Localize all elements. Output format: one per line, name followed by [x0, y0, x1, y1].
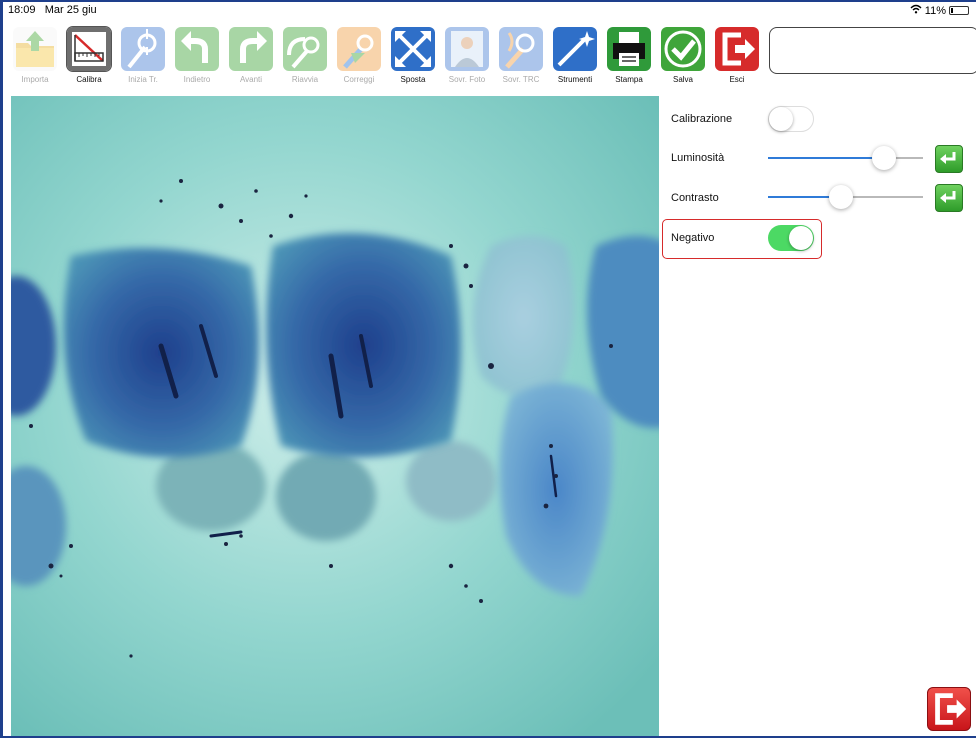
overlay-trace-button[interactable]: Sovr. TRC — [496, 27, 546, 84]
brightness-slider[interactable] — [768, 146, 923, 170]
brightness-slider-thumb[interactable] — [872, 146, 896, 170]
move-button[interactable]: Sposta — [388, 27, 438, 84]
return-arrow-icon — [940, 191, 956, 203]
printer-icon — [607, 27, 651, 71]
undo-button[interactable]: Indietro — [172, 27, 222, 84]
overlay-photo-button[interactable]: Sovr. Foto — [442, 27, 492, 84]
calibration-toggle[interactable] — [768, 106, 814, 132]
brightness-label: Luminosità — [671, 152, 725, 164]
import-button[interactable]: Importa — [10, 27, 60, 84]
restart-button[interactable]: Riavvia — [280, 27, 330, 84]
adjustments-panel: Calibrazione Luminosità Contrasto Negati… — [660, 96, 976, 736]
bottom-exit-button[interactable] — [927, 687, 971, 731]
contrast-slider-thumb[interactable] — [829, 185, 853, 209]
battery-icon — [949, 6, 969, 15]
contrast-label: Contrasto — [671, 192, 719, 204]
folder-import-icon — [13, 27, 57, 71]
return-arrow-icon — [940, 152, 956, 164]
status-date: Mar 25 giu — [44, 4, 97, 16]
xray-image-canvas[interactable] — [11, 96, 659, 736]
status-time: 18:09 — [8, 4, 36, 16]
contrast-reset-button[interactable] — [935, 184, 963, 212]
undo-arrow-icon — [175, 27, 219, 71]
overlay-trace-icon — [499, 27, 543, 71]
restart-trace-icon — [283, 27, 327, 71]
exit-button[interactable]: Esci — [712, 27, 762, 84]
info-text-field[interactable] — [769, 27, 976, 74]
negative-highlight-box — [662, 219, 822, 259]
tools-button[interactable]: Strumenti — [550, 27, 600, 84]
correct-button[interactable]: Correggi — [334, 27, 384, 84]
negative-xray-image — [11, 96, 659, 736]
redo-arrow-icon — [229, 27, 273, 71]
contrast-slider[interactable] — [768, 185, 923, 209]
move-arrows-icon — [391, 27, 435, 71]
overlay-photo-icon — [445, 27, 489, 71]
battery-percent: 11% — [924, 4, 946, 17]
status-bar: 18:09 Mar 25 giu 11% — [8, 4, 973, 18]
brightness-reset-button[interactable] — [935, 145, 963, 173]
calibrate-button[interactable]: Calibra — [64, 27, 114, 84]
print-button[interactable]: Stampa — [604, 27, 654, 84]
exit-icon — [935, 693, 967, 725]
ruler-calibrate-icon — [67, 27, 111, 71]
magic-wand-icon — [553, 27, 597, 71]
correct-trace-icon — [337, 27, 381, 71]
start-trace-icon — [121, 27, 165, 71]
checkmark-save-icon — [661, 27, 705, 71]
wifi-icon — [910, 4, 922, 17]
calibration-label: Calibrazione — [671, 113, 733, 125]
start-trace-button[interactable]: Inizia Tr. — [118, 27, 168, 84]
exit-icon — [715, 27, 759, 71]
redo-button[interactable]: Avanti — [226, 27, 276, 84]
save-button[interactable]: Salva — [658, 27, 708, 84]
